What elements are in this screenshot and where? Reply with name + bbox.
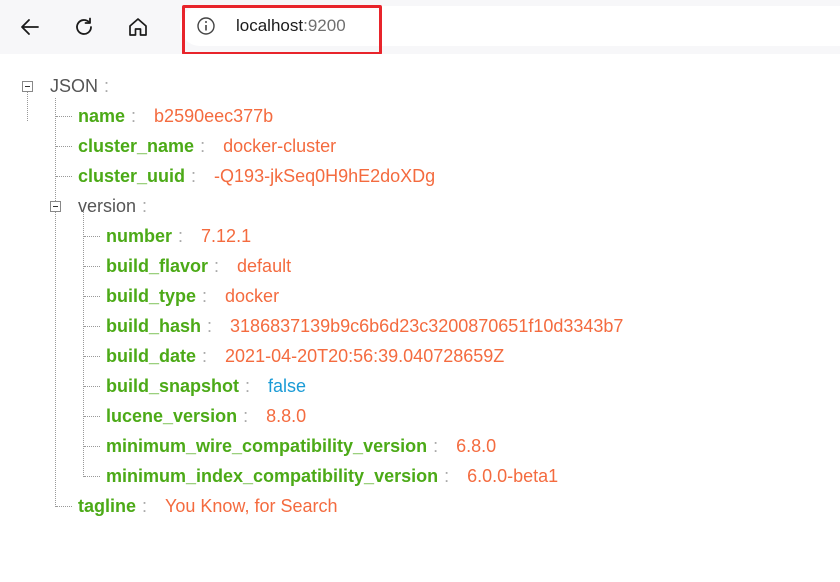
key-build-flavor: build_flavor (106, 256, 209, 276)
tree-node-number: number:7.12.1 (106, 226, 252, 246)
tree-line (84, 356, 100, 357)
tree-node-build-date: build_date:2021-04-20T20:56:39.040728659… (106, 346, 505, 366)
tree-line (84, 416, 100, 417)
key-build-date: build_date (106, 346, 197, 366)
tree-line (84, 236, 100, 237)
key-build-hash: build_hash (106, 316, 202, 336)
tree-line (83, 212, 84, 477)
value-build-date: 2021-04-20T20:56:39.040728659Z (225, 346, 505, 366)
tree-line (84, 326, 100, 327)
tree-line (84, 296, 100, 297)
value-build-flavor: default (237, 256, 292, 276)
key-build-type: build_type (106, 286, 197, 306)
value-name: b2590eec377b (154, 106, 274, 126)
key-name: name (78, 106, 126, 126)
tree-line (27, 91, 28, 121)
home-button[interactable] (118, 8, 158, 46)
value-tagline: You Know, for Search (165, 496, 338, 516)
url-text[interactable]: localhost:9200 (236, 16, 346, 36)
tree-line (56, 176, 72, 177)
tree-line (56, 116, 72, 117)
tree-node-version: version: (78, 196, 148, 216)
value-cluster-name: docker-cluster (223, 136, 337, 156)
reload-icon (76, 17, 92, 35)
value-lucene-version: 8.8.0 (266, 406, 307, 426)
key-number: number (106, 226, 173, 246)
key-build-snapshot: build_snapshot (106, 376, 240, 396)
value-min-index: 6.0.0-beta1 (467, 466, 559, 486)
tree-line (84, 446, 100, 447)
tree-line (56, 506, 72, 507)
url-port: :9200 (303, 16, 346, 35)
tree-line (84, 386, 100, 387)
key-lucene-version: lucene_version (106, 406, 238, 426)
value-build-snapshot: false (268, 376, 307, 396)
value-min-wire: 6.8.0 (456, 436, 497, 456)
tree-node-tagline: tagline: You Know, for Search (78, 496, 338, 516)
value-build-hash: 3186837139b9c6b6d23c3200870651f10d3343b7 (230, 316, 624, 336)
colon: : (104, 76, 110, 96)
key-cluster-uuid: cluster_uuid (78, 166, 186, 186)
tree-line (84, 476, 100, 477)
reload-button[interactable] (64, 8, 104, 46)
tree-node-root: JSON: (50, 71, 109, 101)
address-bar[interactable]: localhost:9200 (180, 6, 840, 46)
tree-line (84, 266, 100, 267)
root-label: JSON (50, 76, 99, 96)
tree-node-cluster-uuid: cluster_uuid: -Q193-jkSeq0H9hE2doXDg (78, 166, 436, 186)
tree-node-build-type: build_type: docker (106, 286, 280, 306)
collapse-toggle-version[interactable] (50, 201, 61, 212)
info-icon[interactable] (196, 16, 216, 36)
arrow-left-icon (21, 19, 39, 35)
value-build-type: docker (225, 286, 280, 306)
tree-line (56, 146, 72, 147)
value-number: 7.12.1 (201, 226, 252, 246)
key-min-index: minimum_index_compatibility_version (106, 466, 439, 486)
browser-toolbar: localhost:9200 (0, 0, 840, 55)
tree-node-lucene-version: lucene_version:8.8.0 (106, 406, 307, 426)
tree-node-build-snapshot: build_snapshot: false (106, 376, 307, 396)
tree-node-build-flavor: build_flavor: default (106, 256, 292, 276)
key-min-wire: minimum_wire_compatibility_version (106, 436, 428, 456)
tree-node-min-index: minimum_index_compatibility_version:6.0.… (106, 466, 559, 486)
url-host: localhost (236, 16, 304, 35)
value-cluster-uuid: -Q193-jkSeq0H9hE2doXDg (214, 166, 436, 186)
collapse-toggle-root[interactable] (22, 81, 33, 92)
tree-node-build-hash: build_hash:3186837139b9c6b6d23c320087065… (106, 316, 624, 336)
back-button[interactable] (10, 8, 50, 46)
json-viewer: JSON: name: b2590eec377b cluster_name: doc… (0, 54, 840, 582)
tree-line (55, 98, 56, 507)
tree-node-name: name: b2590eec377b (78, 106, 274, 126)
key-version: version (78, 196, 137, 216)
key-cluster-name: cluster_name (78, 136, 195, 156)
tree-node-cluster-name: cluster_name: docker-cluster (78, 136, 337, 156)
key-tagline: tagline (78, 496, 137, 516)
home-icon (129, 18, 147, 36)
tree-node-min-wire: minimum_wire_compatibility_version:6.8.0 (106, 436, 497, 456)
